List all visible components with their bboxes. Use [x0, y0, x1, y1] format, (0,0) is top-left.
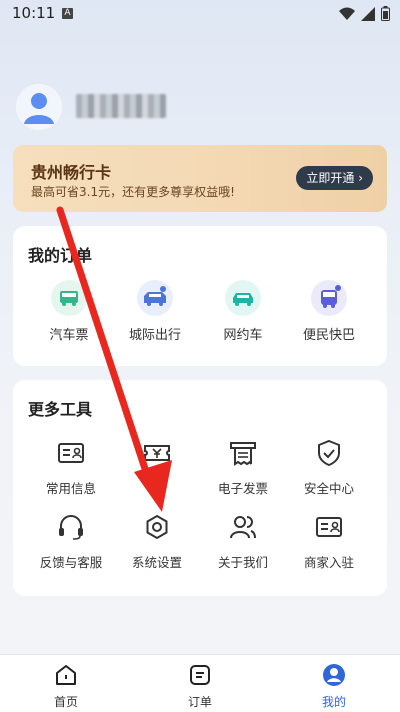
tool-label: 常用信息 — [45, 481, 96, 496]
wifi-icon — [339, 7, 355, 20]
invoice-icon — [230, 442, 256, 466]
status-icons — [339, 6, 390, 21]
tool-about-us[interactable]: 关于我们 — [201, 512, 285, 571]
my-orders-card: 我的订单 汽车票 城际出行 网约车 便民快巴 — [13, 226, 387, 366]
nav-label: 首页 — [53, 695, 78, 709]
car-icon — [225, 280, 261, 316]
tool-merchant[interactable]: 商家入驻 — [287, 512, 371, 571]
order-item-car[interactable]: 网约车 — [203, 280, 283, 343]
nav-profile[interactable]: 我的 — [304, 663, 364, 710]
order-item-label: 汽车票 — [49, 328, 89, 343]
tool-label: 券 — [150, 481, 164, 496]
order-item-intercity[interactable]: 城际出行 — [115, 280, 195, 343]
order-item-shuttle[interactable]: 便民快巴 — [289, 280, 369, 343]
tool-settings[interactable]: 系统设置 — [115, 512, 199, 571]
people-icon — [230, 516, 256, 539]
username-blurred[interactable] — [76, 94, 166, 118]
battery-icon — [381, 6, 390, 21]
nav-label: 订单 — [187, 695, 212, 709]
order-item-bus[interactable]: 汽车票 — [29, 280, 109, 343]
merchant-icon — [316, 517, 342, 537]
chevron-right-icon: › — [358, 171, 363, 185]
status-time: 10:11 — [12, 4, 56, 22]
orders-title: 我的订单 — [28, 246, 93, 265]
vip-card-title: 贵州畅行卡 — [31, 163, 112, 182]
intercity-icon — [137, 280, 173, 316]
bottom-nav: 首页 订单 我的 — [0, 654, 400, 712]
more-tools-card: 更多工具 常用信息 券 电子发票 安全中心 反馈与客服 系统设置 关于我们 商家… — [13, 380, 387, 596]
profile-icon — [323, 664, 345, 686]
order-item-label: 网约车 — [223, 328, 263, 343]
activate-button-label: 立即开通 — [306, 171, 355, 185]
tool-label: 系统设置 — [131, 555, 182, 570]
headset-icon — [59, 515, 83, 540]
nav-home[interactable]: 首页 — [36, 663, 96, 710]
nav-orders[interactable]: 订单 — [170, 663, 230, 710]
bus-icon — [51, 280, 87, 316]
signal-icon — [361, 6, 375, 21]
activate-button[interactable]: 立即开通 › — [296, 166, 373, 190]
tool-label: 反馈与客服 — [39, 555, 103, 570]
order-item-label: 便民快巴 — [302, 328, 355, 343]
tool-feedback[interactable]: 反馈与客服 — [29, 512, 113, 571]
order-item-label: 城际出行 — [128, 328, 181, 343]
notification-badge: A — [62, 8, 73, 19]
coupon-icon — [144, 445, 170, 461]
user-avatar-icon[interactable] — [16, 84, 62, 130]
tools-title: 更多工具 — [28, 400, 93, 419]
tool-label: 商家入驻 — [303, 555, 354, 570]
shuttle-icon — [311, 280, 347, 316]
settings-icon — [146, 514, 168, 540]
home-icon — [56, 665, 76, 685]
vip-card[interactable]: 贵州畅行卡 最高可省3.1元，还有更多尊享权益哦! 立即开通 › — [13, 145, 387, 212]
status-bar: 10:11 A — [0, 0, 400, 28]
tool-common-info[interactable]: 常用信息 — [29, 438, 113, 497]
tool-label: 关于我们 — [217, 555, 268, 570]
tool-coupon[interactable]: 券 — [115, 438, 199, 497]
nav-label: 我的 — [321, 695, 346, 709]
vip-card-subtitle: 最高可省3.1元，还有更多尊享权益哦! — [31, 185, 235, 199]
shield-icon — [318, 439, 340, 467]
tool-security[interactable]: 安全中心 — [287, 438, 371, 497]
tool-label: 电子发票 — [217, 481, 268, 496]
tool-invoice[interactable]: 电子发票 — [201, 438, 285, 497]
id-card-icon — [58, 443, 84, 463]
orders-icon — [190, 665, 210, 685]
tool-label: 安全中心 — [303, 481, 354, 496]
